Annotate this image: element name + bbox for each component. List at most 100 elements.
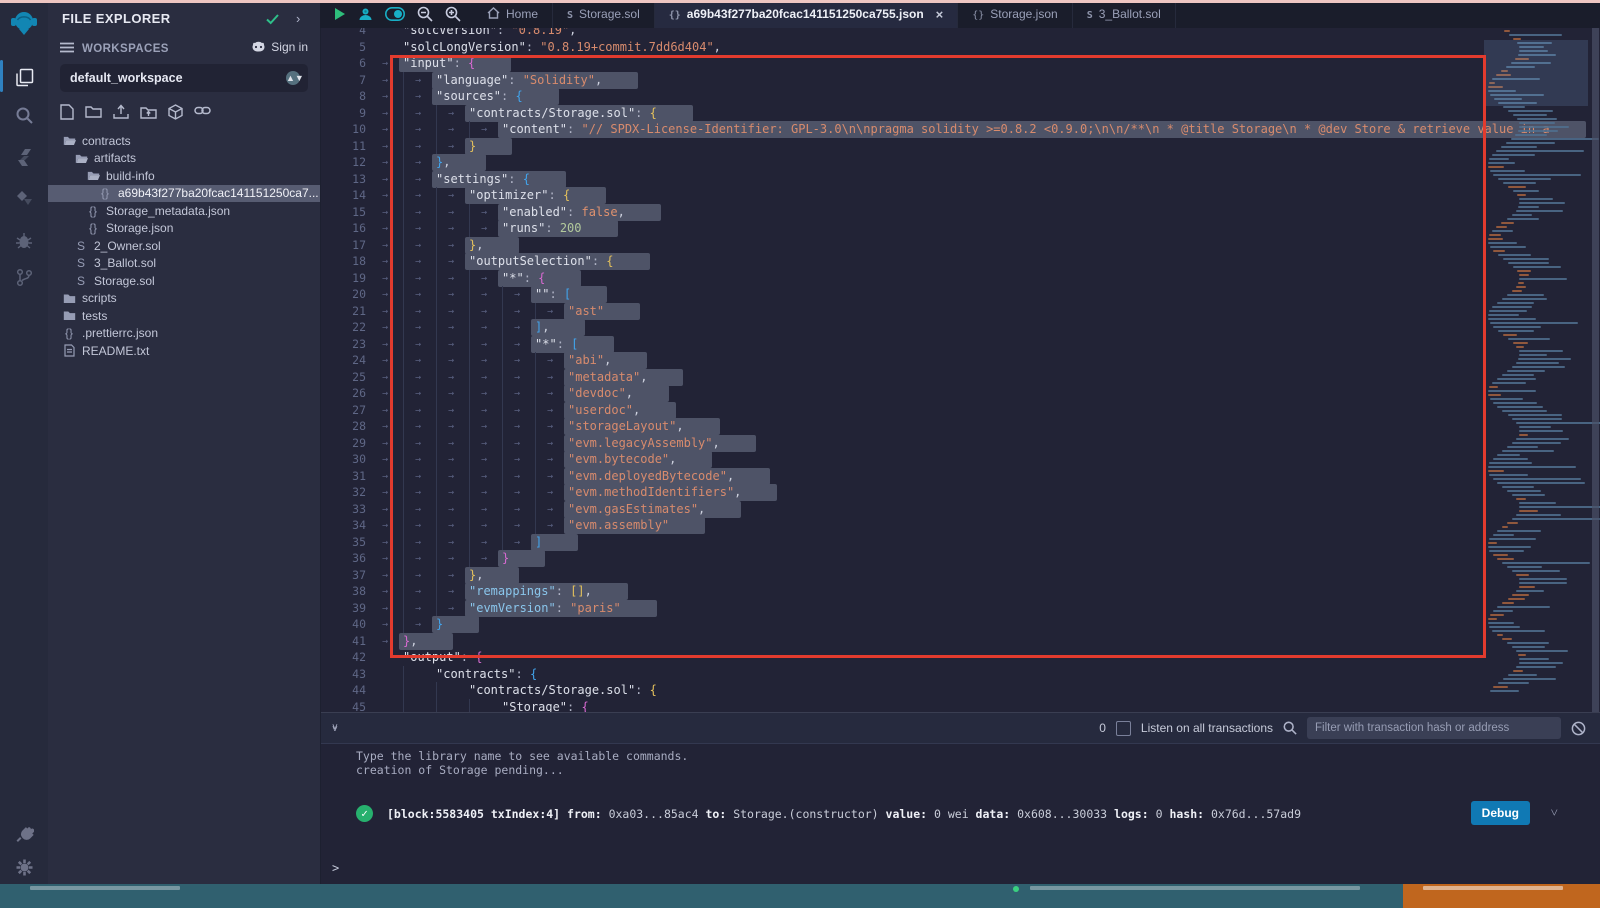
minimap-viewport[interactable] xyxy=(1484,40,1588,106)
new-file-icon[interactable] xyxy=(60,104,74,125)
editor-line-39[interactable]: 39→→→"evmVersion": "paris" xyxy=(320,600,1600,617)
tx-filter-input[interactable] xyxy=(1307,717,1561,739)
editor-line-26[interactable]: 26→→→→→→"devdoc", xyxy=(320,385,1600,402)
editor-line-19[interactable]: 19→→→→"*": { xyxy=(320,270,1600,287)
hamburger-menu-icon[interactable] xyxy=(60,40,74,58)
editor-line-22[interactable]: 22→→→→→], xyxy=(320,319,1600,336)
editor-line-40[interactable]: 40→→} xyxy=(320,616,1600,633)
debugger-icon[interactable] xyxy=(0,224,48,258)
tree-item[interactable]: build-info xyxy=(48,167,320,185)
editor-line-16[interactable]: 16→→→→"runs": 200 xyxy=(320,220,1600,237)
editor-line-36[interactable]: 36→→→→} xyxy=(320,550,1600,567)
editor-line-27[interactable]: 27→→→→→→"userdoc", xyxy=(320,402,1600,419)
debug-button[interactable]: Debug xyxy=(1471,801,1530,825)
editor-line-34[interactable]: 34→→→→→→"evm.assembly" xyxy=(320,517,1600,534)
editor-line-14[interactable]: 14→→→"optimizer": { xyxy=(320,187,1600,204)
editor-line-45[interactable]: 45"Storage": { xyxy=(320,699,1600,713)
tab-storage-sol[interactable]: SStorage.sol xyxy=(553,0,655,28)
tree-item[interactable]: contracts xyxy=(48,132,320,150)
terminal-expand-icon[interactable]: ˅˅ xyxy=(332,725,338,732)
editor-line-4[interactable]: 4"solcVersion": "0.8.19", xyxy=(320,28,1600,39)
file-explorer-icon[interactable] xyxy=(0,60,48,94)
search-icon[interactable] xyxy=(0,98,48,132)
panel-collapse-chevron[interactable]: › xyxy=(296,11,300,26)
tab-3-ballot-sol[interactable]: S3_Ballot.sol xyxy=(1073,0,1176,28)
tx-expand-chevron[interactable]: ˅ xyxy=(1551,805,1558,821)
code-editor[interactable]: 4"solcVersion": "0.8.19",5"solcLongVersi… xyxy=(320,28,1600,712)
new-folder-icon[interactable] xyxy=(85,104,102,125)
upload-file-icon[interactable] xyxy=(113,104,129,125)
workspace-select[interactable]: default_workspace ▲▼ xyxy=(60,64,308,92)
tree-item[interactable]: tests xyxy=(48,307,320,325)
solidity-compiler-icon[interactable] xyxy=(0,140,48,174)
editor-line-21[interactable]: 21→→→→→→"ast" xyxy=(320,303,1600,320)
editor-line-12[interactable]: 12→→}, xyxy=(320,154,1600,171)
clear-console-icon[interactable] xyxy=(1571,721,1586,736)
editor-line-25[interactable]: 25→→→→→→"metadata", xyxy=(320,369,1600,386)
zoom-out-icon[interactable] xyxy=(417,6,433,22)
editor-line-10[interactable]: 10→→→→"content": "// SPDX-License-Identi… xyxy=(320,121,1600,138)
tab-storage-json[interactable]: {}Storage.json xyxy=(958,0,1072,28)
minimap-line xyxy=(1490,690,1519,692)
terminal-search-icon[interactable] xyxy=(1283,721,1297,735)
close-tab-icon[interactable]: × xyxy=(936,8,944,21)
tree-item[interactable]: {}Storage_metadata.json xyxy=(48,202,320,220)
tree-item[interactable]: artifacts xyxy=(48,150,320,168)
editor-line-37[interactable]: 37→→→}, xyxy=(320,567,1600,584)
tree-item[interactable]: S2_Owner.sol xyxy=(48,237,320,255)
editor-line-44[interactable]: 44"contracts/Storage.sol": { xyxy=(320,682,1600,699)
editor-line-42[interactable]: 42"output": { xyxy=(320,649,1600,666)
run-script-icon[interactable] xyxy=(334,7,346,21)
tree-item[interactable]: {}a69b43f277ba20fcac141151250ca7... xyxy=(48,185,320,203)
editor-line-11[interactable]: 11→→→} xyxy=(320,138,1600,155)
sign-in-button[interactable]: Sign in xyxy=(251,40,308,54)
listen-checkbox[interactable] xyxy=(1116,721,1131,736)
tree-item[interactable]: {}.prettierrc.json xyxy=(48,325,320,343)
editor-scrollbar[interactable] xyxy=(1592,28,1599,712)
minimap-line xyxy=(1512,290,1522,292)
tree-item[interactable]: {}Storage.json xyxy=(48,220,320,238)
git-icon[interactable] xyxy=(0,260,48,294)
minimap[interactable] xyxy=(1484,30,1588,710)
editor-line-17[interactable]: 17→→→}, xyxy=(320,237,1600,254)
editor-line-8[interactable]: 8→→"sources": { xyxy=(320,88,1600,105)
editor-line-18[interactable]: 18→→→"outputSelection": { xyxy=(320,253,1600,270)
editor-line-5[interactable]: 5"solcLongVersion": "0.8.19+commit.7dd6d… xyxy=(320,39,1600,56)
editor-line-7[interactable]: 7→→"language": "Solidity", xyxy=(320,72,1600,89)
terminal-body[interactable]: Type the library name to see available c… xyxy=(320,743,1600,885)
editor-line-6[interactable]: 6→"input": { xyxy=(320,55,1600,72)
editor-line-29[interactable]: 29→→→→→→"evm.legacyAssembly", xyxy=(320,435,1600,452)
plugin-manager-icon[interactable] xyxy=(0,816,48,850)
editor-line-43[interactable]: 43"contracts": { xyxy=(320,666,1600,683)
tab-home[interactable]: Home xyxy=(473,0,553,28)
editor-line-28[interactable]: 28→→→→→→"storageLayout", xyxy=(320,418,1600,435)
settings-gear-icon[interactable] xyxy=(0,850,48,884)
theme-toggle-icon[interactable] xyxy=(385,7,405,21)
link-icon[interactable] xyxy=(194,104,211,125)
deploy-run-icon[interactable] xyxy=(0,182,48,216)
editor-line-30[interactable]: 30→→→→→→"evm.bytecode", xyxy=(320,451,1600,468)
editor-line-9[interactable]: 9→→→"contracts/Storage.sol": { xyxy=(320,105,1600,122)
editor-line-33[interactable]: 33→→→→→→"evm.gasEstimates", xyxy=(320,501,1600,518)
tree-item[interactable]: README.txt xyxy=(48,342,320,360)
upload-folder-icon[interactable] xyxy=(140,104,157,125)
tree-item[interactable]: scripts xyxy=(48,290,320,308)
editor-line-24[interactable]: 24→→→→→→"abi", xyxy=(320,352,1600,369)
workspace-switch-icon[interactable]: ▲▼ xyxy=(286,71,300,85)
editor-line-38[interactable]: 38→→→"remappings": [], xyxy=(320,583,1600,600)
editor-line-13[interactable]: 13→→"settings": { xyxy=(320,171,1600,188)
remixd-user-icon[interactable] xyxy=(358,7,373,22)
editor-line-32[interactable]: 32→→→→→→"evm.methodIdentifiers", xyxy=(320,484,1600,501)
editor-line-20[interactable]: 20→→→→→"": [ xyxy=(320,286,1600,303)
tree-item[interactable]: S3_Ballot.sol xyxy=(48,255,320,273)
transaction-log-row[interactable]: ✓ [block:5583405 txIndex:4] from: 0xa03.… xyxy=(356,805,1586,822)
editor-line-35[interactable]: 35→→→→→] xyxy=(320,534,1600,551)
zoom-in-icon[interactable] xyxy=(445,6,461,22)
editor-line-41[interactable]: 41→}, xyxy=(320,633,1600,650)
ipfs-box-icon[interactable] xyxy=(168,104,183,125)
editor-line-23[interactable]: 23→→→→→"*": [ xyxy=(320,336,1600,353)
editor-line-15[interactable]: 15→→→→"enabled": false, xyxy=(320,204,1600,221)
editor-line-31[interactable]: 31→→→→→→"evm.deployedBytecode", xyxy=(320,468,1600,485)
tree-item[interactable]: SStorage.sol xyxy=(48,272,320,290)
tab-a69b43f277ba20fcac141151250ca755-json[interactable]: {}a69b43f277ba20fcac141151250ca755.json× xyxy=(655,0,959,28)
